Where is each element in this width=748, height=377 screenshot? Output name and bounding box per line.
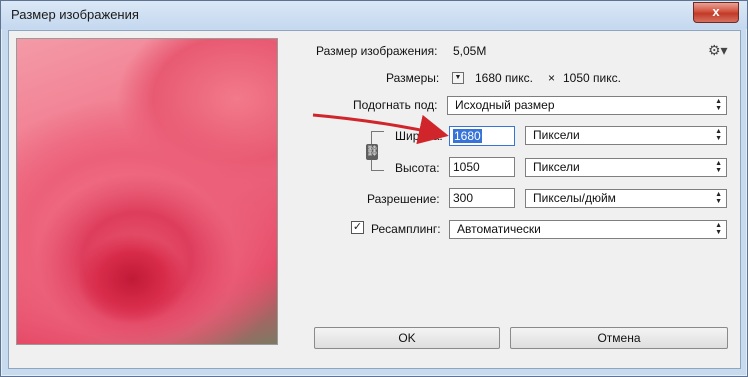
resolution-value: 300 <box>453 191 474 205</box>
close-button[interactable]: x <box>693 2 739 23</box>
resample-value: Автоматически <box>457 222 541 236</box>
window-title: Размер изображения <box>11 7 139 22</box>
image-preview <box>16 38 278 345</box>
dimensions-label: Размеры: <box>386 71 440 85</box>
height-value: 1050 <box>453 160 480 174</box>
up-down-arrows-icon: ▲ ▼ <box>715 98 722 112</box>
dimensions-times: × <box>548 71 556 85</box>
height-input[interactable]: 1050 <box>449 157 515 177</box>
dimensions-width-value: 1680 пикс. <box>475 71 533 85</box>
resolution-unit-select[interactable]: Пикселы/дюйм ▲ ▼ <box>525 189 727 208</box>
fit-to-select[interactable]: Исходный размер ▲ ▼ <box>447 96 727 115</box>
image-size-label: Размер изображения: <box>316 44 438 58</box>
resolution-label: Разрешение: <box>367 192 440 206</box>
gear-icon[interactable]: ⚙▾ <box>708 42 728 59</box>
cancel-button[interactable]: Отмена <box>510 327 728 349</box>
height-unit-select[interactable]: Пиксели ▲ ▼ <box>525 158 727 177</box>
title-bar: Размер изображения x <box>1 1 747 29</box>
up-down-arrows-icon: ▲ ▼ <box>715 222 722 236</box>
constrain-bracket-top <box>371 131 384 144</box>
fit-to-label: Подогнать под: <box>353 98 438 112</box>
ok-button[interactable]: OK <box>314 327 500 349</box>
constrain-bracket-bottom <box>371 160 384 171</box>
width-value: 1680 <box>453 129 482 143</box>
width-label: Ширина: <box>395 129 443 143</box>
resample-checkbox[interactable]: ✓ <box>351 221 364 234</box>
resolution-input[interactable]: 300 <box>449 188 515 208</box>
resolution-unit-value: Пикселы/дюйм <box>533 191 616 205</box>
up-down-arrows-icon: ▲ ▼ <box>715 191 722 205</box>
dimensions-dropdown-icon[interactable]: ▼ <box>452 72 464 84</box>
height-unit-value: Пиксели <box>533 160 580 174</box>
height-label: Высота: <box>395 161 440 175</box>
up-down-arrows-icon: ▲ ▼ <box>715 160 722 174</box>
chain-link-icon[interactable]: ⛓ <box>366 144 379 160</box>
image-size-value: 5,05M <box>453 44 487 58</box>
resample-select[interactable]: Автоматически ▲ ▼ <box>449 220 727 239</box>
fit-to-value: Исходный размер <box>455 98 555 112</box>
resample-label: Ресамплинг: <box>371 222 441 236</box>
up-down-arrows-icon: ▲ ▼ <box>715 128 722 142</box>
width-unit-value: Пиксели <box>533 128 580 142</box>
width-unit-select[interactable]: Пиксели ▲ ▼ <box>525 126 727 145</box>
width-input[interactable]: 1680 <box>449 126 515 146</box>
dimensions-height-value: 1050 пикс. <box>563 71 621 85</box>
